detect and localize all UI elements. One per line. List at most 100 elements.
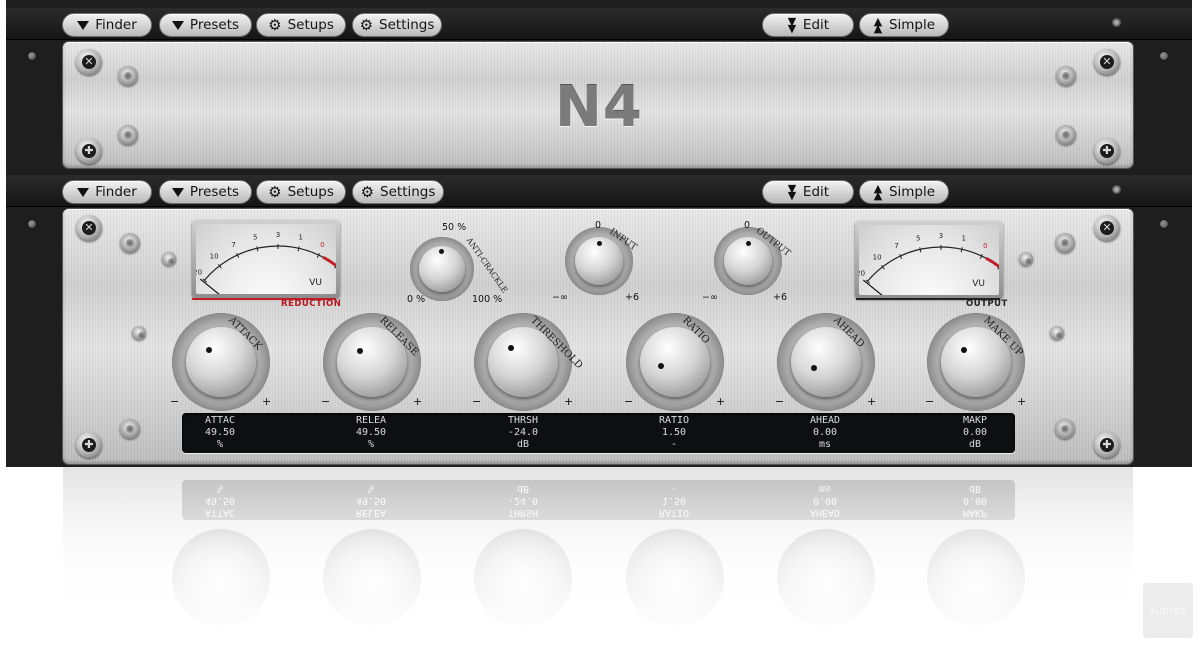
vu-tick-label: 10 [873,254,882,262]
presets-button[interactable]: Presets [159,180,252,204]
output-top-value: 0 [744,220,751,231]
edit-button[interactable]: ▼ ▼ Edit [762,13,854,37]
big-knob-1[interactable] [172,313,270,411]
triangle-down-icon [171,187,184,197]
vu-tick-label: 7 [231,241,235,249]
display-value: 49.50 [355,427,387,438]
display-column-ratio[interactable]: RATIO 1.50- [629,415,719,451]
rack-screw-icon [1094,215,1120,241]
display-unit: dB [968,439,982,450]
display-column-attac[interactable]: ATTAC 49.50% [175,415,265,451]
big-knob-5[interactable] [777,313,875,411]
edit-button[interactable]: ▼ ▼ Edit [762,180,854,204]
big-knob-6[interactable] [927,313,1025,411]
rack-screw-icon [1094,432,1120,458]
finder-label: Finder [95,17,137,33]
display-unit: % [216,439,224,450]
presets-label: Presets [189,17,240,33]
vu-label: VU [972,279,985,289]
output-vu-meter: 20107531013 VU [855,221,1003,299]
minus-sign: − [775,395,785,408]
watermark-logo: AUDIOZ [1143,583,1193,638]
settings-label: Settings [379,17,435,33]
finder-label: Finder [95,184,137,200]
rail-hole [1160,220,1168,228]
panel-bolt-icon [118,125,138,145]
plugin-window: Finder Presets ⚙ Setups ⚙ Settings ▼ ▼ Ed… [0,0,1200,645]
display-name: THRSH [507,415,539,426]
panel-bolt-icon [1055,233,1075,253]
settings-label: Settings [380,184,436,200]
vu-needle [199,278,220,294]
setups-button[interactable]: ⚙ Setups [256,180,346,204]
big-knob-2[interactable] [323,313,421,411]
panel-bolt-icon [1050,326,1064,340]
knob-indicator-dot [508,345,514,351]
display-value: 0.00 [812,427,838,438]
vu-face: 20107531013 VU [859,225,999,295]
plus-sign: + [867,395,877,408]
output-caption: OUTPUT [966,299,1008,309]
close-dot-icon[interactable] [1112,18,1121,27]
anti-crackle-knob[interactable] [410,237,474,301]
rail-hole [28,220,36,228]
display-name: RATIO [658,415,690,426]
plus-sign: + [262,395,272,408]
settings-button[interactable]: ⚙ Settings [352,180,444,204]
triangle-down-icon [77,20,90,30]
display-value: -24.0 [507,427,539,438]
vu-tick-label: 5 [916,234,920,242]
rail-hole [28,52,36,60]
vu-tick-label: 0 [320,241,324,249]
simple-button[interactable]: ▲ ▲ Simple [859,13,949,37]
big-knob-4[interactable] [626,313,724,411]
edit-label: Edit [802,17,830,33]
minus-sign: − [472,395,482,408]
display-column-makp[interactable]: MAKP 0.00 dB [930,415,1020,451]
finder-button[interactable]: Finder [62,13,152,37]
double-chevron-up-icon: ▲ ▲ [873,182,883,202]
gear-icon: ⚙ [268,15,282,34]
minus-sign: − [624,395,634,408]
close-dot-icon[interactable] [1112,185,1121,194]
vu-tick [919,247,922,253]
vu-arc [204,245,324,281]
knob-indicator-dot [658,363,664,369]
panel-bolt-icon [1055,419,1075,439]
rack-screw-icon [1094,138,1120,164]
rack-screw-icon [76,215,102,241]
setups-label: Setups [287,17,334,33]
finder-button[interactable]: Finder [62,180,152,204]
display-unit: % [367,439,375,450]
vu-tick [297,246,300,252]
presets-label: Presets [189,184,240,200]
display-column-thrsh[interactable]: THRSH -24.0 dB [478,415,568,451]
display-name: MAKP [962,415,988,426]
knob-indicator-dot [811,365,817,371]
vu-face: 20107531013 VU [196,224,336,294]
vu-tick-label: 1 [961,234,965,242]
plus-sign: + [1017,395,1027,408]
minus-sign: − [170,395,180,408]
display-value: 0.00 [962,427,988,438]
display-name: AHEAD [809,415,841,426]
triangle-down-icon [77,187,90,197]
knob-indicator-dot [206,347,212,353]
rack-screw-icon [1094,49,1120,75]
vu-red-zone [322,255,336,268]
big-knob-3[interactable] [474,313,572,411]
panel-bolt-icon [118,66,138,86]
vu-tick-label: 7 [894,242,898,250]
knob-indicator-dot [357,348,363,354]
display-column-relea[interactable]: RELEA 49.50% [326,415,416,451]
display-name: ATTAC [204,415,236,426]
display-column-ahead[interactable]: AHEAD 0.00 ms [780,415,870,451]
gear-icon: ⚙ [359,15,374,34]
panel-bolt-icon [132,326,146,340]
setups-button[interactable]: ⚙ Setups [256,13,346,37]
panel-bolt-icon [162,252,176,266]
simple-button[interactable]: ▲ ▲ Simple [859,180,949,204]
output-min: −∞ [702,292,718,303]
settings-button[interactable]: ⚙ Settings [352,13,442,37]
presets-button[interactable]: Presets [159,13,252,37]
